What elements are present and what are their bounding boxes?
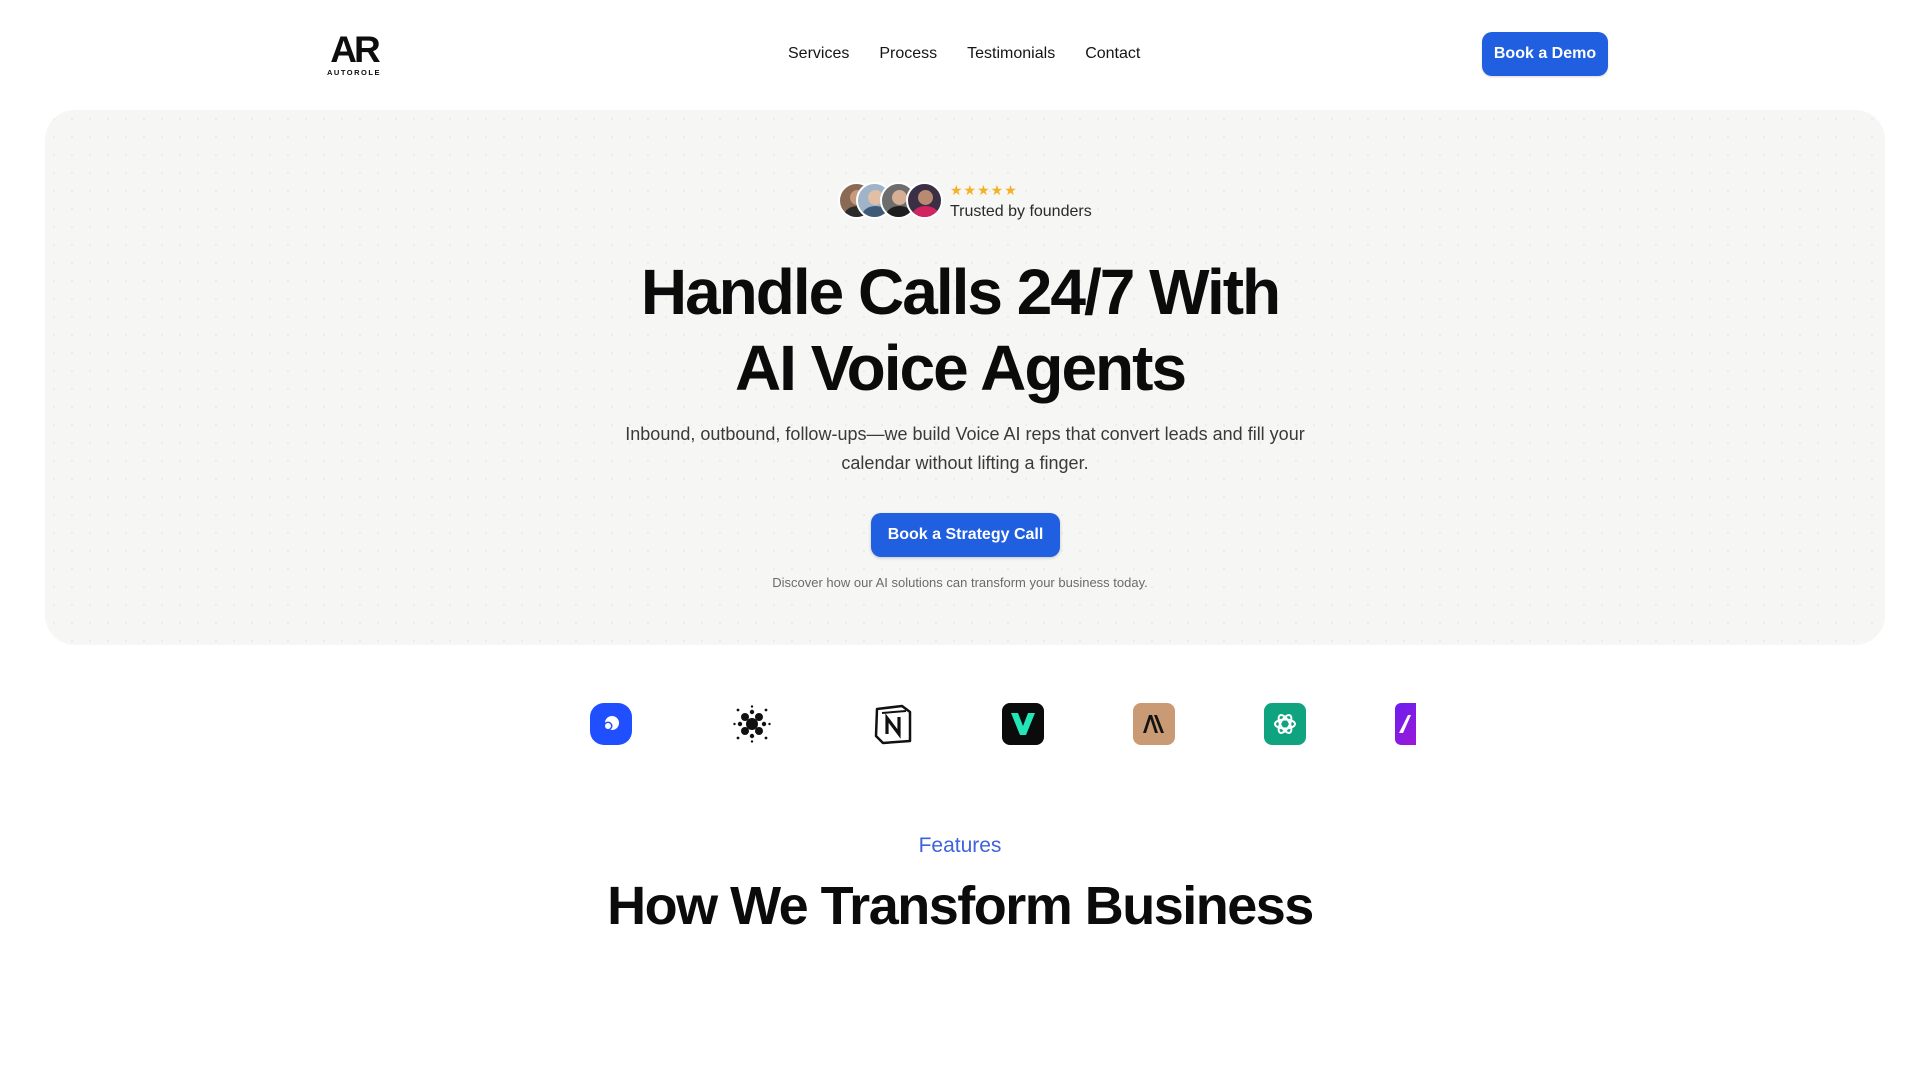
vapi-v-logo-icon xyxy=(1002,703,1044,745)
nav-links: Services Process Testimonials Contact xyxy=(788,44,1140,64)
headline-line-2: AI Voice Agents xyxy=(734,332,1187,404)
nav-link-services[interactable]: Services xyxy=(788,44,849,64)
purple-partial-logo-icon xyxy=(1395,703,1416,745)
features-eyebrow: Features xyxy=(918,834,1002,857)
founder-avatars xyxy=(838,182,946,222)
hero-subtext: Inbound, outbound, follow-ups—we build V… xyxy=(625,424,1305,473)
logo-wordmark: AUTOROLE xyxy=(327,68,381,77)
social-proof: ★★★★★ Trusted by founders xyxy=(838,182,1098,222)
logo-mark: AR xyxy=(330,29,380,70)
hero-note: Discover how our AI solutions can transf… xyxy=(772,575,1148,590)
hero-headline: Handle Calls 24/7 With AI Voice Agents xyxy=(0,254,1920,406)
openai-logo-icon xyxy=(1264,703,1306,745)
features-title: How We Transform Business xyxy=(607,876,1314,936)
nav-link-process[interactable]: Process xyxy=(879,44,937,64)
trusted-label: Trusted by founders xyxy=(950,203,1092,220)
top-nav: AR AUTOROLE Services Process Testimonial… xyxy=(0,0,1920,108)
book-demo-button[interactable]: Book a Demo xyxy=(1482,32,1608,76)
dot-grid-logo-icon xyxy=(731,703,773,745)
headline-line-1: Handle Calls 24/7 With xyxy=(640,256,1281,328)
book-strategy-call-button[interactable]: Book a Strategy Call xyxy=(871,513,1060,557)
nav-link-contact[interactable]: Contact xyxy=(1085,44,1140,64)
notion-logo-icon xyxy=(872,703,914,745)
partner-logos xyxy=(590,703,1420,745)
anthropic-logo-icon xyxy=(1133,703,1175,745)
blue-chat-logo-icon xyxy=(590,703,632,745)
autorole-logo[interactable]: AR AUTOROLE xyxy=(324,29,384,78)
nav-link-testimonials[interactable]: Testimonials xyxy=(967,44,1055,64)
rating-stars: ★★★★★ xyxy=(950,182,1018,198)
avatar xyxy=(906,182,943,219)
